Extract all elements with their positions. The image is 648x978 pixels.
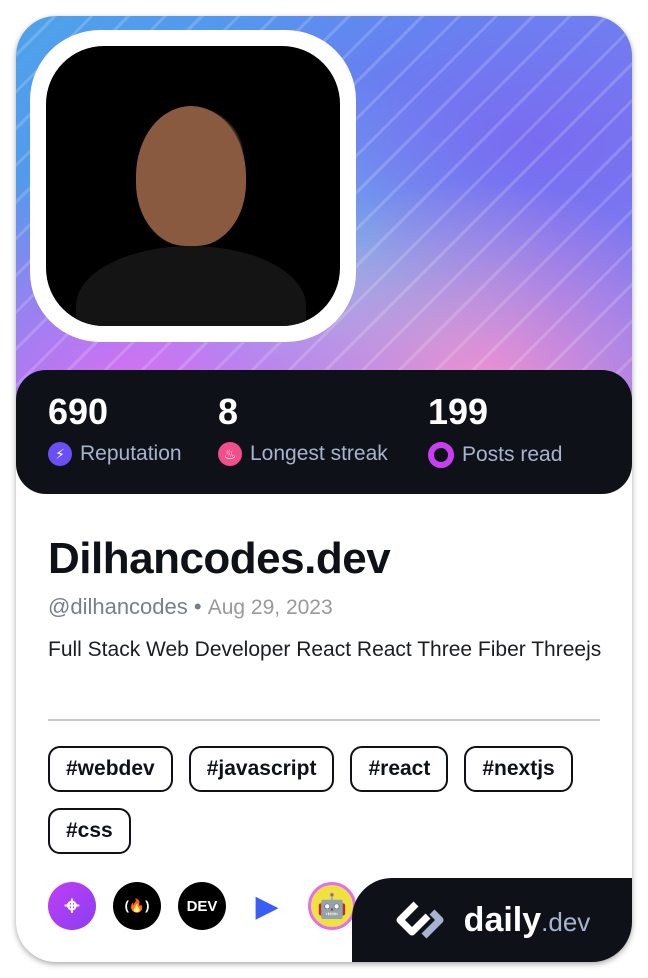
tag[interactable]: #nextjs: [464, 746, 573, 792]
flame-icon: ♨: [218, 442, 242, 466]
tag-list: #webdev #javascript #react #nextjs #css: [48, 746, 608, 854]
tag[interactable]: #webdev: [48, 746, 173, 792]
tag[interactable]: #javascript: [188, 746, 335, 792]
stat-longest-streak: 8 ♨ Longest streak: [218, 391, 388, 466]
stats-bar: 690 ⚡ Reputation 8 ♨ Longest streak 199 Po…: [16, 370, 632, 494]
lightning-icon: ⚡: [48, 442, 72, 466]
source-list: ⌖ (🔥) DEV ▶ 🤖: [48, 882, 356, 930]
daily-dev-logo: daily.dev: [352, 878, 632, 962]
stat-reputation: 690 ⚡ Reputation: [48, 391, 182, 466]
profile-meta: @dilhancodes • Aug 29, 2023: [48, 594, 333, 619]
dev-to-source-icon[interactable]: DEV: [178, 882, 226, 930]
ring-icon: [428, 442, 454, 468]
freecodecamp-source-icon[interactable]: (🔥): [113, 882, 161, 930]
profile-card: 690 ⚡ Reputation 8 ♨ Longest streak 199 Po…: [16, 16, 632, 962]
robot-source-icon[interactable]: 🤖: [308, 882, 356, 930]
arrow-source-icon[interactable]: ▶: [243, 882, 291, 930]
tag[interactable]: #react: [350, 746, 449, 792]
joined-date: Aug 29, 2023: [207, 596, 333, 619]
daily-dev-logo-icon: [396, 901, 444, 939]
tag[interactable]: #css: [48, 808, 131, 854]
crosshair-source-icon[interactable]: ⌖: [48, 882, 96, 930]
profile-bio: Full Stack Web Developer React React Thr…: [48, 638, 602, 661]
divider: [48, 719, 600, 721]
profile-name: Dilhancodes.dev: [48, 534, 391, 583]
stat-posts-read: 199 Posts read: [428, 391, 563, 468]
username: @dilhancodes: [48, 594, 188, 619]
avatar: [30, 30, 356, 342]
